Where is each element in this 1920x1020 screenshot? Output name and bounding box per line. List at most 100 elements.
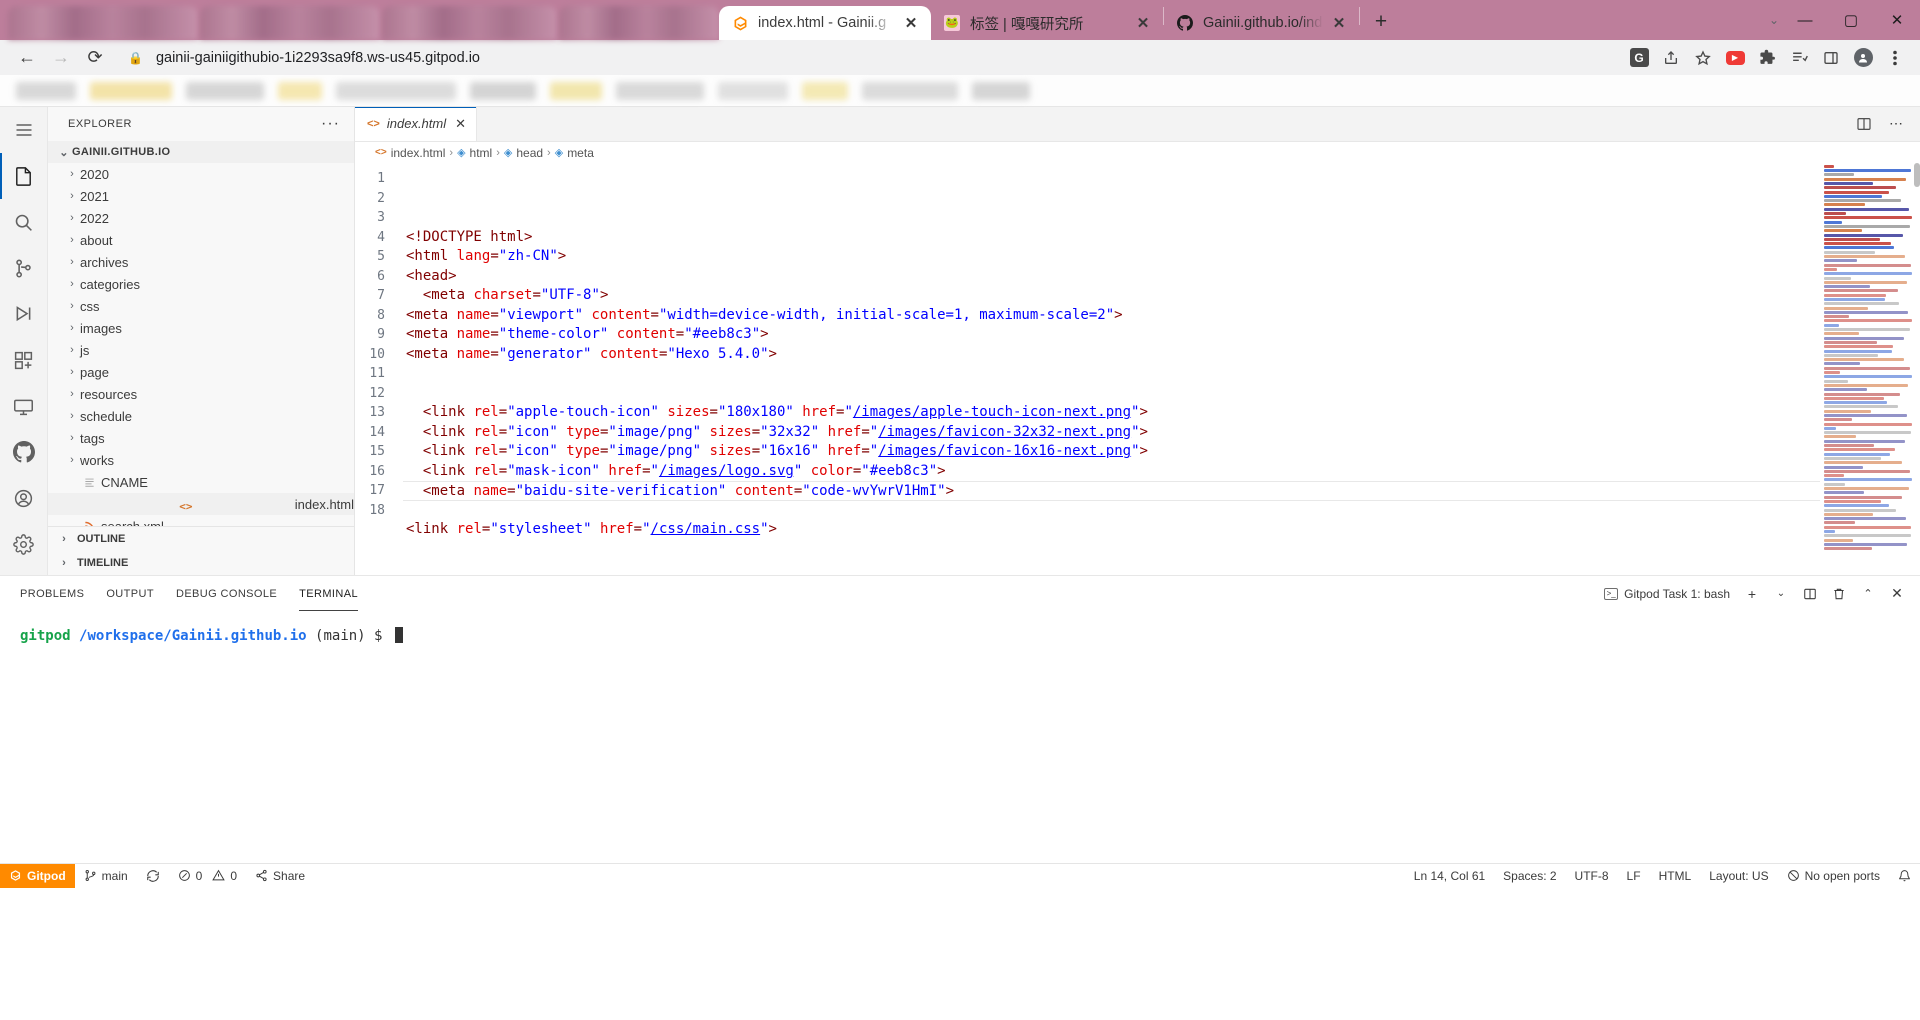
status-keyboard-layout[interactable]: Layout: US <box>1700 864 1777 888</box>
tree-item-resources[interactable]: › resources <box>48 383 354 405</box>
browser-tab-tags[interactable]: 🐸 标签 | 嘎嘎研究所 ✕ <box>931 6 1163 40</box>
github-icon[interactable] <box>0 429 48 475</box>
tree-item-css[interactable]: › css <box>48 295 354 317</box>
tree-item-js[interactable]: › js <box>48 339 354 361</box>
status-eol[interactable]: LF <box>1618 864 1650 888</box>
status-ports[interactable]: No open ports <box>1778 864 1889 888</box>
close-icon[interactable]: ✕ <box>901 13 921 33</box>
bookmark-item[interactable] <box>470 81 536 100</box>
browser-tab-github[interactable]: Gainii.github.io/inde ✕ <box>1164 6 1359 40</box>
bookmark-item[interactable] <box>616 81 704 100</box>
source-control-icon[interactable] <box>0 245 48 291</box>
tree-item-about[interactable]: › about <box>48 229 354 251</box>
bookmark-item[interactable] <box>278 81 322 100</box>
breadcrumb-item-head[interactable]: head <box>516 146 543 160</box>
status-share-button[interactable]: Share <box>246 864 314 888</box>
tree-item-2022[interactable]: › 2022 <box>48 207 354 229</box>
status-encoding[interactable]: UTF-8 <box>1566 864 1618 888</box>
translate-icon[interactable]: G <box>1624 44 1654 72</box>
kill-terminal-icon[interactable] <box>1826 581 1852 607</box>
tab-search-chevron-icon[interactable]: ⌄ <box>1766 4 1782 36</box>
split-editor-icon[interactable] <box>1850 110 1878 138</box>
more-actions-icon[interactable]: ⋯ <box>1882 110 1910 138</box>
bookmark-item[interactable] <box>718 81 788 100</box>
bookmark-item[interactable] <box>550 81 602 100</box>
bookmark-star-icon[interactable] <box>1688 44 1718 72</box>
blurred-tab[interactable] <box>559 6 719 40</box>
blurred-tab[interactable] <box>200 6 380 40</box>
tab-debug-console[interactable]: DEBUG CONSOLE <box>176 576 277 611</box>
menu-icon[interactable] <box>0 107 48 153</box>
close-icon[interactable]: ✕ <box>1133 13 1153 33</box>
maximize-button[interactable]: ▢ <box>1828 4 1874 36</box>
breadcrumb-item-file[interactable]: index.html <box>391 146 446 160</box>
share-icon[interactable] <box>1656 44 1686 72</box>
tree-item-works[interactable]: › works <box>48 449 354 471</box>
reload-button[interactable]: ⟳ <box>78 43 112 73</box>
tree-item-schedule[interactable]: › schedule <box>48 405 354 427</box>
sidebar-section-outline[interactable]: › OUTLINE <box>48 527 354 551</box>
bookmark-item[interactable] <box>802 81 848 100</box>
bookmark-item[interactable] <box>972 81 1030 100</box>
address-input[interactable]: 🔒 gainii-gainiigithubio-1i2293sa9f8.ws-u… <box>120 44 1616 72</box>
tab-terminal[interactable]: TERMINAL <box>299 576 358 612</box>
tree-item-index-html[interactable]: <> index.html <box>48 493 354 516</box>
settings-gear-icon[interactable] <box>0 521 48 567</box>
youtube-icon[interactable]: ▶ <box>1720 44 1750 72</box>
bookmark-item[interactable] <box>862 81 958 100</box>
tab-problems[interactable]: PROBLEMS <box>20 576 84 611</box>
remote-explorer-icon[interactable] <box>0 383 48 429</box>
bookmark-item[interactable] <box>16 81 76 100</box>
blurred-tab[interactable] <box>8 6 198 40</box>
terminal-dropdown-icon[interactable]: ⌄ <box>1768 581 1794 607</box>
minimap-slider[interactable] <box>1914 163 1920 188</box>
close-icon[interactable]: ✕ <box>1329 13 1349 33</box>
reading-list-icon[interactable] <box>1784 44 1814 72</box>
status-bell-icon[interactable] <box>1889 864 1920 888</box>
extensions-icon[interactable] <box>1752 44 1782 72</box>
tree-item-2021[interactable]: › 2021 <box>48 185 354 207</box>
tree-item-categories[interactable]: › categories <box>48 273 354 295</box>
chrome-menu-icon[interactable] <box>1880 44 1910 72</box>
sidebar-section-timeline[interactable]: › TIMELINE <box>48 551 354 575</box>
tab-output[interactable]: OUTPUT <box>106 576 154 611</box>
split-terminal-icon[interactable] <box>1797 581 1823 607</box>
status-indentation[interactable]: Spaces: 2 <box>1494 864 1565 888</box>
maximize-panel-icon[interactable]: ⌃ <box>1855 581 1881 607</box>
status-branch[interactable]: main <box>75 864 137 888</box>
tree-item-2020[interactable]: › 2020 <box>48 163 354 185</box>
status-gitpod-button[interactable]: Gitpod <box>0 863 75 888</box>
browser-tab-index-html[interactable]: index.html - Gainii.g ✕ <box>719 6 931 40</box>
status-cursor-position[interactable]: Ln 14, Col 61 <box>1405 864 1494 888</box>
accounts-icon[interactable] <box>0 475 48 521</box>
status-language-mode[interactable]: HTML <box>1650 864 1701 888</box>
bookmark-item[interactable] <box>186 81 264 100</box>
breadcrumb-item-meta[interactable]: meta <box>567 146 594 160</box>
bookmark-item[interactable] <box>90 81 172 100</box>
bookmark-item[interactable] <box>336 81 456 100</box>
forward-button[interactable]: → <box>44 43 78 73</box>
tree-item-page[interactable]: › page <box>48 361 354 383</box>
status-sync-icon[interactable] <box>137 864 169 888</box>
search-icon[interactable] <box>0 199 48 245</box>
close-window-button[interactable]: ✕ <box>1874 4 1920 36</box>
tree-item-images[interactable]: › images <box>48 317 354 339</box>
close-panel-icon[interactable]: ✕ <box>1884 581 1910 607</box>
minimap[interactable] <box>1820 163 1920 576</box>
extensions-icon[interactable] <box>0 337 48 383</box>
minimize-button[interactable]: — <box>1782 4 1828 36</box>
terminal-selector[interactable]: >_ Gitpod Task 1: bash <box>1604 587 1730 601</box>
sidebar-item-explorer[interactable] <box>0 153 48 200</box>
editor-tab-index-html[interactable]: <> index.html ✕ <box>355 107 478 141</box>
code-editor[interactable]: 1 2 3 4 5 6 7 8 9 10 11 12 13 14 15 16 1 <box>355 163 1920 576</box>
new-terminal-icon[interactable]: + <box>1739 581 1765 607</box>
tree-item-cname[interactable]: CNAME <box>48 471 354 493</box>
blurred-tab[interactable] <box>382 6 557 40</box>
terminal-output[interactable]: gitpod /workspace/Gainii.github.io (main… <box>0 611 1920 863</box>
tree-item-archives[interactable]: › archives <box>48 251 354 273</box>
code-content[interactable]: <!DOCTYPE html> <html lang="zh-CN"> <head>… <box>403 163 1820 575</box>
breadcrumb-item-html[interactable]: html <box>470 146 493 160</box>
run-and-debug-icon[interactable] <box>0 291 48 337</box>
tree-item-tags[interactable]: › tags <box>48 427 354 449</box>
sidepanel-icon[interactable] <box>1816 44 1846 72</box>
